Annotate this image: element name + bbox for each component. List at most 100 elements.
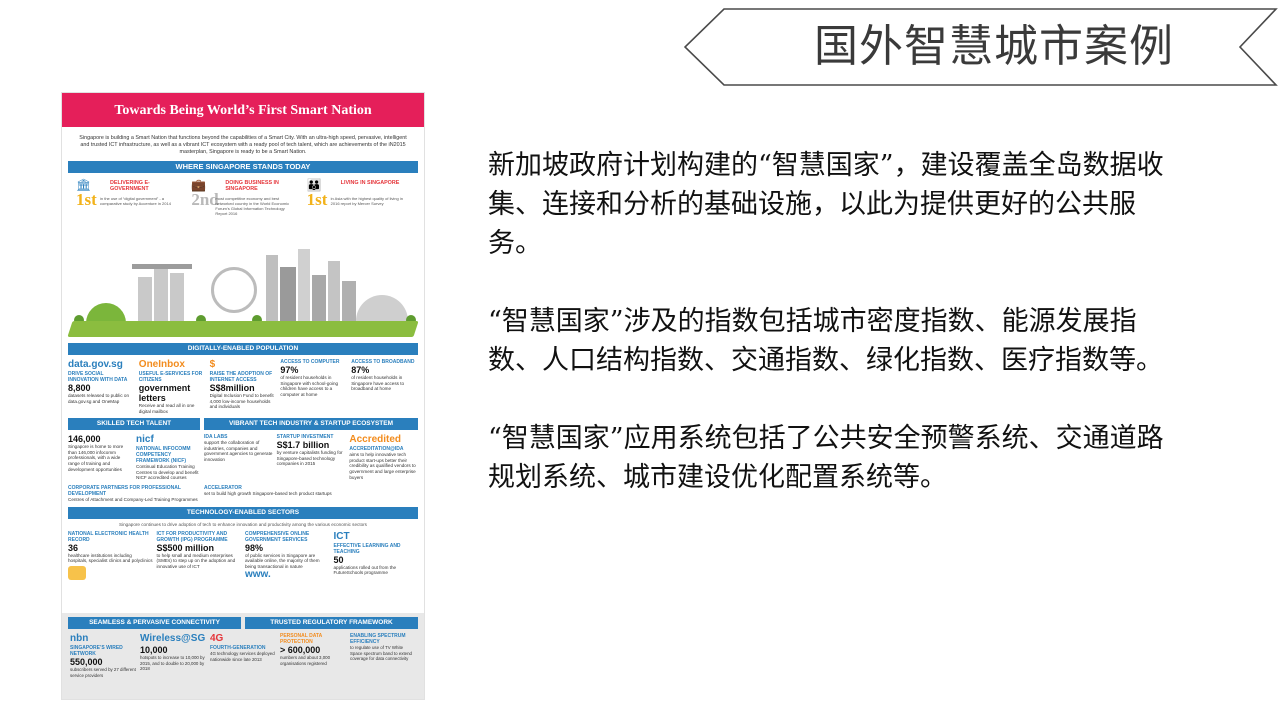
item-heading: COMPREHENSIVE ONLINE GOVERNMENT SERVICES	[245, 530, 310, 543]
item-text: of resident households in Singapore have…	[351, 375, 405, 392]
item-value: 97%	[280, 365, 299, 375]
nicf-logo: nicf	[136, 434, 154, 446]
footer-item: PERSONAL DATA PROTECTION > 600,000 numbe…	[280, 633, 346, 678]
item-text: numbers and about 3,000 organisations re…	[280, 655, 331, 666]
item-value: 550,000	[70, 657, 103, 667]
section-header: WHERE SINGAPORE STANDS TODAY	[68, 161, 418, 173]
item-text: of public services in Singapore are avai…	[245, 552, 320, 569]
singapore-skyline-illustration	[66, 221, 420, 343]
stand-rank: 1st	[76, 190, 97, 209]
tech-item: COMPREHENSIVE ONLINE GOVERNMENT SERVICES…	[245, 531, 330, 582]
item-text: support the collaboration of industries,…	[204, 440, 273, 462]
item-value: S$8million	[209, 383, 255, 393]
talent-item: CORPORATE PARTNERS FOR PROFESSIONAL DEVE…	[68, 485, 200, 503]
section-header-pair: SKILLED TECH TALENT VIBRANT TECH INDUSTR…	[68, 418, 418, 431]
item-text: datasets released to public on data.gov.…	[68, 393, 130, 404]
talent-item: 146,000 Singapore is home to more than 1…	[68, 434, 132, 481]
medical-folder-icon	[68, 565, 86, 580]
infographic-intro: Singapore is building a Smart Nation tha…	[79, 135, 407, 155]
item-heading: PERSONAL DATA PROTECTION	[280, 633, 323, 645]
item-text: applications rolled out from the FutureS…	[333, 564, 397, 576]
item-value: S$500 million	[156, 542, 215, 553]
vibrant-item: Accredited ACCREDITATION@IDA aims to hel…	[349, 434, 418, 481]
section-header: SEAMLESS & PERVASIVE CONNECTIVITY	[68, 617, 241, 629]
section-header: SKILLED TECH TALENT	[68, 418, 200, 431]
section-header-pair: SEAMLESS & PERVASIVE CONNECTIVITY TRUSTE…	[68, 617, 418, 629]
building	[280, 267, 296, 325]
item-text: to help small and medium enterprises (SM…	[156, 552, 236, 569]
stand-text: most competitive economy and best networ…	[215, 196, 290, 216]
building	[312, 275, 326, 325]
stand-item: 🏛 1st DELIVERING E-GOVERNMENT in the use…	[70, 176, 185, 221]
talent-item: nicf NATIONAL INFOCOMM COMPETENCY FRAMEW…	[136, 434, 200, 481]
island-ground	[67, 321, 419, 337]
item-text: Digital Inclusion Fund to benefit 4,000 …	[209, 393, 274, 410]
tech-row: NATIONAL ELECTRONIC HEALTH RECORD 36 hea…	[68, 531, 418, 582]
smart-nation-infographic: Towards Being World’s First Smart Nation…	[62, 93, 424, 699]
building	[328, 261, 340, 325]
talent-row: 146,000 Singapore is home to more than 1…	[68, 434, 418, 481]
digital-item: $ RAISE THE ADOPTION OF INTERNET ACCESS …	[210, 359, 277, 414]
item-text: of resident households in Singapore with…	[280, 375, 339, 397]
flyer-wheel	[211, 267, 257, 313]
footer-columns: nbn SINGAPORE’S WIRED NETWORK 550,000 su…	[62, 629, 424, 678]
data-gov-logo: data.gov.sg	[68, 359, 123, 370]
building	[342, 281, 356, 325]
item-text: hotspots to increase to 10,000 by 2015, …	[140, 655, 205, 672]
item-text: Receive and read all in one digital mail…	[138, 403, 195, 414]
building	[266, 255, 278, 325]
item-text: Continual Education Training Centres to …	[136, 464, 199, 481]
tech-item: ICT EFFECTIVE LEARNING AND TEACHING 50 a…	[334, 531, 419, 582]
section-header: VIBRANT TECH INDUSTRY & STARTUP ECOSYSTE…	[204, 418, 418, 431]
slide-title-tag: 国外智慧城市案例	[684, 8, 1278, 86]
body-paragraph: “智慧国家”应用系统包括了公共安全预警系统、交通道路规划系统、城市建设优化配置系…	[488, 423, 1164, 493]
building	[170, 273, 184, 325]
digital-item: ACCESS TO COMPUTER 97% of resident house…	[280, 359, 347, 414]
item-value: 87%	[351, 365, 370, 375]
skyline	[66, 225, 420, 325]
vibrant-item: IDA LABS support the collaboration of in…	[204, 434, 273, 481]
item-value: 98%	[245, 542, 264, 553]
section-header: DIGITALLY-ENABLED POPULATION	[68, 343, 418, 355]
item-text: subscribers served by 27 different servi…	[70, 667, 136, 678]
item-text: 4G technology services deployed nationwi…	[210, 651, 275, 662]
item-value: 50	[333, 554, 344, 565]
4g-tower-icon: 4G	[210, 633, 224, 644]
digital-row: data.gov.sg DRIVE SOCIAL INNOVATION WITH…	[68, 359, 418, 414]
item-value: S$1.7 billion	[276, 440, 330, 451]
footer-item: Wireless@SG 10,000 hotspots to increase …	[140, 633, 206, 678]
footer-item: ENABLING SPECTRUM EFFICIENCY to regulate…	[350, 633, 416, 678]
body-paragraph: “智慧国家”涉及的指数包括城市密度指数、能源发展指数、人口结构指数、交通指数、绿…	[488, 306, 1163, 376]
item-heading: EFFECTIVE LEARNING AND TEACHING	[333, 542, 401, 555]
digital-item: data.gov.sg DRIVE SOCIAL INNOVATION WITH…	[68, 359, 135, 414]
stand-heading: DOING BUSINESS IN SINGAPORE	[225, 180, 279, 192]
www-badge: www.	[245, 569, 271, 581]
section-header: TRUSTED REGULATORY FRAMEWORK	[245, 617, 418, 629]
item-value: 8,800	[68, 383, 91, 393]
tech-item: NATIONAL ELECTRONIC HEALTH RECORD 36 hea…	[68, 531, 153, 582]
item-heading: NATIONAL ELECTRONIC HEALTH RECORD	[68, 530, 149, 543]
wireless-sg-logo: Wireless@SG	[140, 633, 206, 644]
stand-heading: DELIVERING E-GOVERNMENT	[110, 180, 150, 192]
item-heading: ENABLING SPECTRUM EFFICIENCY	[350, 633, 406, 645]
vibrant-item: STARTUP INVESTMENT S$1.7 billion by vent…	[277, 434, 346, 481]
slide-body: 新加坡政府计划构建的“智慧国家”，建设覆盖全岛数据收集、连接和分析的基础设施，以…	[488, 146, 1188, 536]
item-text: healthcare institutions including hospit…	[68, 552, 153, 564]
infographic-banner: Towards Being World’s First Smart Nation	[62, 93, 424, 127]
item-text: Singapore is home to more than 146,000 i…	[68, 444, 124, 472]
item-heading: NATIONAL INFOCOMM COMPETENCY FRAMEWORK (…	[136, 446, 191, 465]
ict-badge: ICT	[333, 530, 350, 542]
section-header: TECHNOLOGY-ENABLED SECTORS	[68, 506, 418, 519]
stands-row: 🏛 1st DELIVERING E-GOVERNMENT in the use…	[62, 173, 424, 221]
building	[154, 269, 168, 325]
nbn-logo: nbn	[70, 633, 89, 644]
item-heading: ICT FOR PRODUCTIVITY AND GROWTH (IPG) PR…	[156, 530, 228, 543]
item-text: to regulate use of TV White Space spectr…	[350, 645, 412, 662]
item-value: 10,000	[140, 645, 168, 655]
stand-item: 💼 2nd DOING BUSINESS IN SINGAPORE most c…	[185, 176, 300, 221]
item-text: set to build high growth Singapore-based…	[204, 490, 332, 496]
building	[298, 249, 310, 325]
item-heading: RAISE THE ADOPTION OF INTERNET ACCESS	[209, 371, 273, 383]
item-text: aims to help innovative tech product sta…	[349, 452, 416, 480]
accredited-badge: Accredited	[349, 434, 402, 446]
